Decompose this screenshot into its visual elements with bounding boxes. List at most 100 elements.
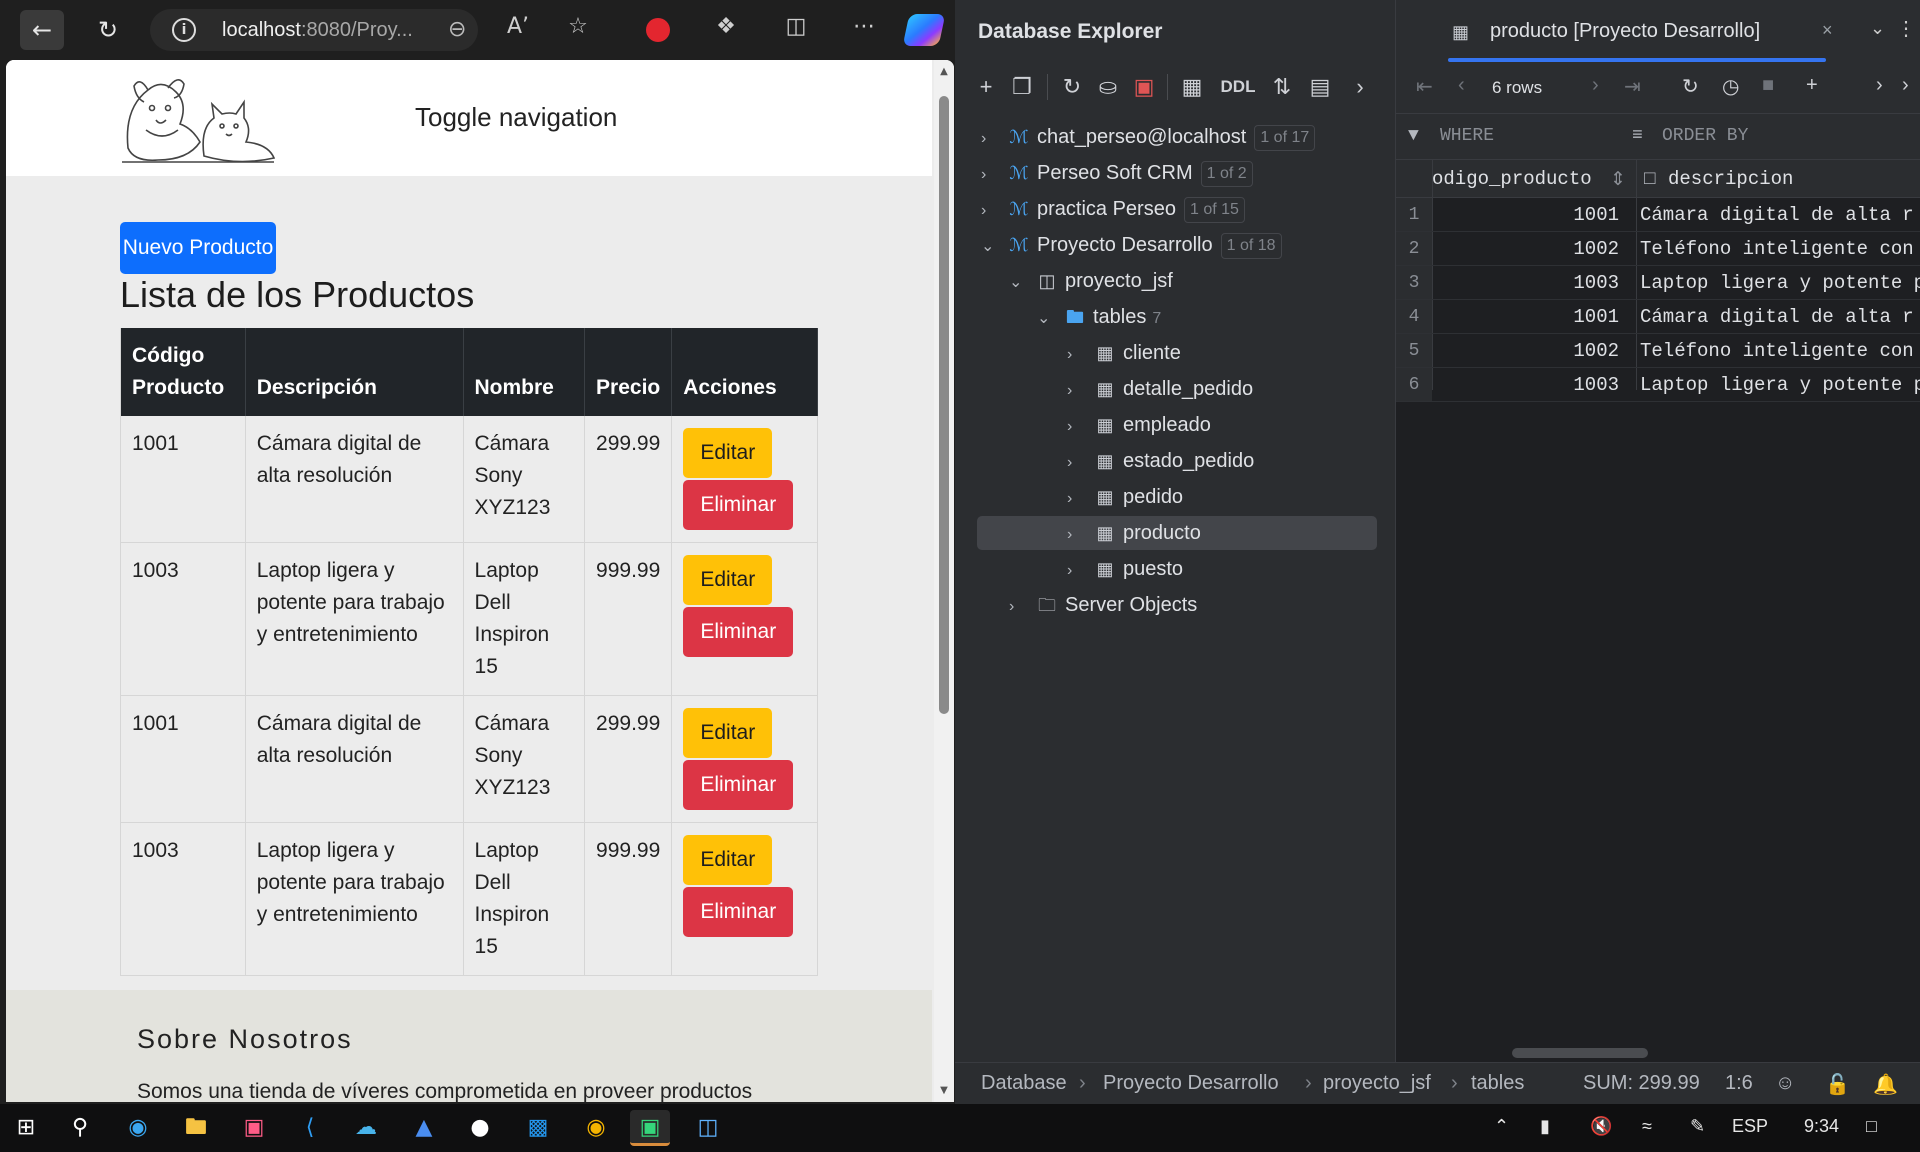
delete-button[interactable]: Eliminar [683, 760, 794, 810]
cursor-position[interactable]: 1:6 [1725, 1072, 1753, 1095]
scroll-down-icon[interactable]: ▼ [938, 1085, 950, 1096]
tree-node-perseo-soft-crm[interactable]: › ℳ Perseo Soft CRM 1 of 2 [981, 156, 1253, 190]
history-icon[interactable]: ◷ [1722, 74, 1739, 99]
tree-node-table[interactable]: › ▦ cliente [1067, 336, 1181, 370]
breadcrumb-schema[interactable]: proyecto_jsf [1323, 1072, 1431, 1095]
add-icon[interactable]: + [969, 70, 1003, 104]
tree-node-schema[interactable]: ⌄ ◫ proyecto_jsf [1009, 264, 1173, 298]
windows-start-icon[interactable]: ⊞ [6, 1110, 46, 1146]
cell-codigo[interactable]: 1002 [1432, 334, 1625, 367]
first-page-icon[interactable]: ⇤ [1416, 74, 1433, 99]
cell-descripcion[interactable]: Cámara digital de alta r [1640, 198, 1914, 231]
input-language[interactable]: ESP [1732, 1116, 1768, 1137]
chevron-right-icon[interactable]: › [1067, 338, 1085, 372]
ddl-button[interactable]: DDL [1217, 70, 1259, 104]
reload-data-icon[interactable]: ↻ [1682, 74, 1699, 99]
tree-node-table[interactable]: › ▦ pedido [1067, 480, 1183, 514]
chevron-up-icon[interactable]: ⌃ [1494, 1116, 1509, 1137]
scroll-thumb[interactable] [939, 96, 949, 714]
edit-button[interactable]: Editar [683, 428, 773, 478]
tree-node-server-objects[interactable]: › 🗀 Server Objects [1009, 588, 1197, 622]
chevron-down-icon[interactable]: ⌄ [981, 230, 999, 264]
chevron-right-icon[interactable]: › [981, 158, 999, 192]
back-button[interactable]: ← [20, 10, 64, 50]
address-bar[interactable]: i localhost:8080/Proy... ⊖ [150, 9, 478, 51]
schema-count-badge[interactable]: 1 of 2 [1200, 160, 1253, 187]
tree-node-table[interactable]: › ▦ puesto [1067, 552, 1183, 586]
datagrip-icon[interactable]: ▣ [630, 1110, 670, 1146]
column-header-descripcion[interactable]: descripcion [1668, 168, 1793, 190]
unlock-icon[interactable]: 🔓 [1825, 1072, 1850, 1097]
schema-count-badge[interactable]: 1 of 17 [1254, 124, 1316, 151]
chevron-down-icon[interactable]: ⌄ [1870, 18, 1885, 39]
tree-node-chat-perseo[interactable]: › ℳchat_perseo@localhost 1 of 17 [981, 120, 1316, 154]
schema-count-badge[interactable]: 1 of 15 [1183, 196, 1245, 223]
table-icon[interactable]: ▦ [1175, 70, 1209, 104]
clock[interactable]: 9:34 [1804, 1116, 1839, 1137]
chrome-icon[interactable]: ◉ [576, 1110, 616, 1146]
app-icon[interactable]: ▲ [404, 1110, 444, 1146]
site-info-icon[interactable]: i [172, 18, 196, 42]
delete-button[interactable]: Eliminar [683, 607, 794, 657]
rows-selector[interactable]: 6 rows [1492, 78, 1542, 98]
chevron-right-icon[interactable]: › [1876, 74, 1883, 97]
datasource-properties-icon[interactable]: ⛀ [1091, 70, 1125, 104]
cell-descripcion[interactable]: Laptop ligera y potente p [1640, 266, 1920, 299]
aggregate-sum[interactable]: SUM: 299.99 [1583, 1072, 1700, 1095]
breadcrumb-datasource[interactable]: Proyecto Desarrollo [1103, 1072, 1279, 1095]
chevron-right-icon[interactable]: › [1067, 446, 1085, 480]
tree-node-practica-perseo[interactable]: › ℳpractica Perseo 1 of 15 [981, 192, 1245, 226]
column-header-codigo[interactable]: odigo_producto [1432, 168, 1592, 190]
notifications-icon[interactable]: □ [1866, 1116, 1877, 1137]
prev-page-icon[interactable]: ‹ [1458, 74, 1465, 97]
chevron-down-icon[interactable]: ⌄ [1009, 266, 1027, 300]
scroll-up-icon[interactable]: ▲ [938, 66, 950, 77]
chevron-right-icon[interactable]: › [1343, 70, 1377, 104]
breadcrumb-database[interactable]: Database [981, 1072, 1067, 1095]
tab-producto[interactable]: producto [Proyecto Desarrollo] [1490, 20, 1760, 43]
url-text[interactable]: localhost:8080/Proy... [222, 19, 413, 42]
chevron-down-icon[interactable]: ⌄ [1037, 302, 1055, 336]
where-input[interactable]: WHERE [1440, 126, 1494, 146]
favorite-star-icon[interactable]: ☆ [562, 14, 594, 39]
edge-browser-icon[interactable]: ◉ [118, 1110, 158, 1146]
docker-icon[interactable]: ▩ [518, 1110, 558, 1146]
add-row-icon[interactable]: + [1806, 74, 1818, 97]
chevron-right-icon[interactable]: › [981, 194, 999, 228]
tree-node-table[interactable]: › ▦ empleado [1067, 408, 1211, 442]
disconnect-icon[interactable]: ▣ [1127, 70, 1161, 104]
file-explorer-icon[interactable]: 🖿 [176, 1110, 216, 1146]
more-menu-icon[interactable]: ⋯ [848, 14, 880, 39]
app-icon[interactable]: ☁ [346, 1110, 386, 1146]
tree-node-tables-folder[interactable]: ⌄ 🖿 tables 7 [1037, 300, 1161, 334]
grid-row[interactable]: 1 1001 Cámara digital de alta r [1396, 198, 1920, 232]
breadcrumb-tables[interactable]: tables [1471, 1072, 1524, 1095]
grid-row[interactable]: 6 1003 Laptop ligera y potente p [1396, 368, 1920, 402]
new-product-button[interactable]: Nuevo Producto [120, 222, 276, 274]
intellij-icon[interactable]: ▣ [234, 1110, 274, 1146]
wifi-icon[interactable]: ≈ [1642, 1116, 1652, 1137]
close-tab-icon[interactable]: × [1822, 20, 1833, 41]
stop-icon[interactable]: ■ [1762, 74, 1774, 97]
more-options-icon[interactable]: ⋮ [1896, 16, 1916, 41]
app-icon[interactable]: ● [460, 1110, 500, 1146]
refresh-icon[interactable]: ↻ [1055, 70, 1089, 104]
schema-count-badge[interactable]: 1 of 18 [1220, 232, 1282, 259]
pen-icon[interactable]: ✎ [1690, 1116, 1705, 1137]
toggle-navigation-button[interactable]: Toggle navigation [415, 102, 617, 133]
horizontal-scrollbar[interactable] [1512, 1048, 1648, 1058]
edit-button[interactable]: Editar [683, 708, 773, 758]
chevron-right-icon[interactable]: › [1067, 482, 1085, 516]
next-page-icon[interactable]: › [1592, 74, 1599, 97]
tree-node-proyecto-desarrollo[interactable]: ⌄ ℳ Proyecto Desarrollo 1 of 18 [981, 228, 1282, 262]
cell-codigo[interactable]: 1003 [1432, 368, 1625, 401]
cell-codigo[interactable]: 1001 [1432, 300, 1625, 333]
search-icon[interactable]: ⚲ [60, 1110, 100, 1146]
battery-icon[interactable]: ▮ [1540, 1116, 1550, 1137]
cell-descripcion[interactable]: Laptop ligera y potente p [1640, 368, 1920, 401]
delete-button[interactable]: Eliminar [683, 887, 794, 937]
chevron-right-icon[interactable]: › [1067, 554, 1085, 588]
stop-extension-icon[interactable] [646, 18, 670, 42]
grid-row[interactable]: 5 1002 Teléfono inteligente con [1396, 334, 1920, 368]
grid-row[interactable]: 2 1002 Teléfono inteligente con [1396, 232, 1920, 266]
